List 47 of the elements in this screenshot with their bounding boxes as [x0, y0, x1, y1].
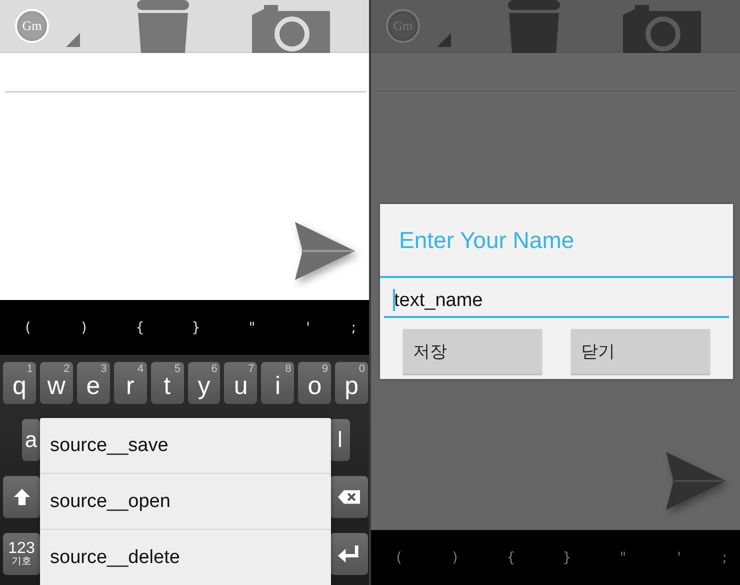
- letter-key[interactable]: 6 y: [188, 362, 220, 404]
- shift-key[interactable]: [3, 476, 40, 518]
- send-icon[interactable]: [295, 222, 355, 280]
- letter-key[interactable]: l: [330, 419, 350, 461]
- symbol-key[interactable]: (: [0, 320, 56, 336]
- enter-icon: [338, 545, 360, 563]
- letter-key[interactable]: a: [22, 419, 40, 461]
- dialog-button[interactable]: 닫기: [571, 329, 710, 374]
- letter-key[interactable]: 9 o: [298, 362, 332, 404]
- letter-key[interactable]: 1 q: [3, 362, 36, 404]
- symbol-key[interactable]: ;: [336, 320, 356, 336]
- dialog-title: Enter Your Name: [398, 226, 576, 254]
- dropdown-triangle-icon[interactable]: [66, 33, 80, 47]
- trash-icon[interactable]: [506, 0, 562, 53]
- backspace-key[interactable]: [330, 476, 368, 518]
- backspace-icon: [338, 488, 360, 506]
- symbols-mode-key[interactable]: 123 기호: [3, 533, 40, 575]
- symbol-key[interactable]: {: [112, 320, 168, 336]
- letter-key[interactable]: 0 p: [335, 362, 368, 404]
- trash-icon[interactable]: [135, 0, 191, 53]
- send-icon[interactable]: [666, 452, 726, 510]
- dropdown-triangle-icon[interactable]: [437, 33, 451, 47]
- camera-icon[interactable]: [623, 5, 701, 53]
- symbol-key[interactable]: ": [224, 320, 280, 336]
- menu-item[interactable]: source__delete: [40, 530, 331, 585]
- symbol-key[interactable]: ': [651, 550, 707, 566]
- name-input-field[interactable]: text_name: [384, 286, 729, 318]
- symbol-key[interactable]: ": [595, 550, 651, 566]
- letter-key[interactable]: 5 t: [150, 362, 184, 404]
- symbol-key[interactable]: }: [539, 550, 595, 566]
- dialog-button[interactable]: 저장: [403, 329, 542, 374]
- menu-item[interactable]: source__open: [40, 474, 331, 530]
- symbol-key[interactable]: (: [371, 550, 427, 566]
- enter-key[interactable]: [330, 533, 368, 575]
- letter-key[interactable]: 4 r: [114, 362, 147, 404]
- letter-key[interactable]: 3 e: [76, 362, 110, 404]
- letter-key[interactable]: 8 i: [261, 362, 294, 404]
- symbol-key[interactable]: }: [168, 320, 224, 336]
- letter-key[interactable]: 2 w: [40, 362, 73, 404]
- symbol-key[interactable]: {: [483, 550, 539, 566]
- symbol-key[interactable]: ;: [707, 550, 727, 566]
- symbol-key[interactable]: ': [280, 320, 336, 336]
- camera-icon[interactable]: [252, 5, 330, 53]
- symbol-key[interactable]: ): [56, 320, 112, 336]
- letter-key[interactable]: 7 u: [224, 362, 258, 404]
- menu-item[interactable]: source__save: [40, 418, 331, 474]
- symbol-key[interactable]: ): [427, 550, 483, 566]
